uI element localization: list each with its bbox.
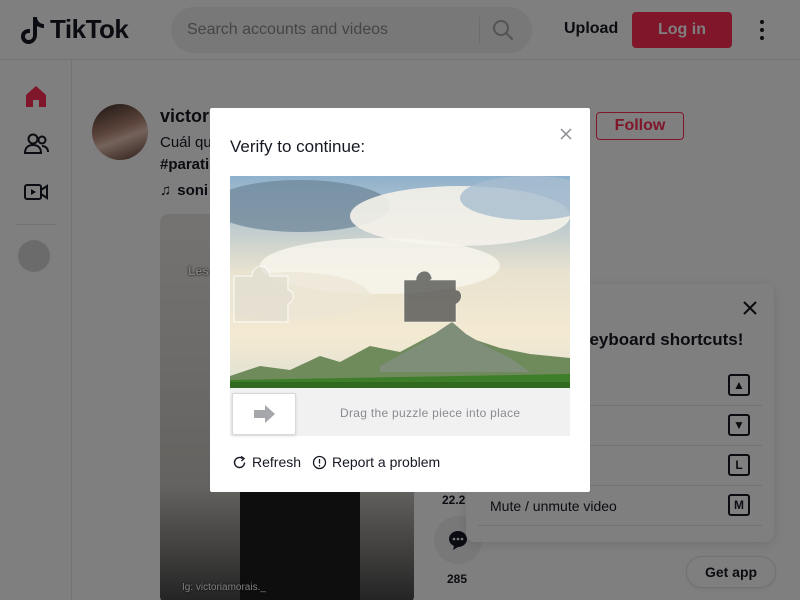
arrow-right-icon (254, 405, 275, 423)
captcha-slider-handle[interactable] (232, 393, 296, 435)
close-icon[interactable] (558, 126, 574, 142)
refresh-icon (233, 455, 246, 468)
info-circle-icon (312, 455, 327, 469)
report-problem-label: Report a problem (332, 454, 441, 470)
captcha-modal: Verify to continue: Drag the puzzle piec… (210, 108, 590, 492)
captcha-slider-hint: Drag the puzzle piece into place (340, 406, 521, 420)
refresh-label: Refresh (252, 454, 302, 470)
captcha-title: Verify to continue: (230, 137, 366, 156)
captcha-puzzle-image (230, 176, 570, 388)
report-problem-link[interactable]: Report a problem (312, 454, 440, 470)
refresh-link[interactable]: Refresh (232, 454, 301, 470)
captcha-slider-track: Drag the puzzle piece into place (230, 388, 570, 436)
